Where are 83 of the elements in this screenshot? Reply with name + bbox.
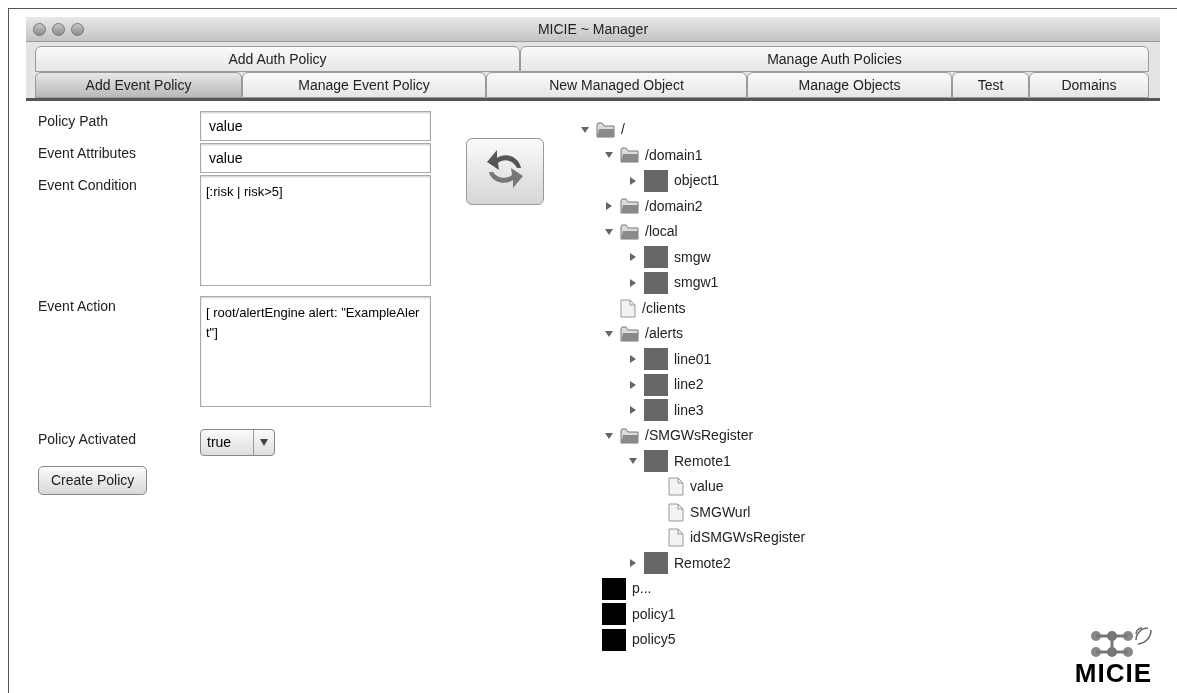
window-control[interactable] <box>33 22 46 36</box>
object-icon <box>644 169 668 192</box>
tree-item-label[interactable]: smgw <box>674 246 711 268</box>
collapsed-triangle-icon[interactable] <box>629 559 637 568</box>
policy-icon <box>602 577 626 600</box>
tree-item-label[interactable]: /alerts <box>645 323 684 345</box>
expanded-triangle-icon[interactable] <box>605 329 613 338</box>
collapsed-triangle-icon[interactable] <box>629 406 637 415</box>
collapsed-triangle-icon[interactable] <box>629 278 637 287</box>
tab[interactable]: Add Event Policy <box>35 72 242 98</box>
object-icon <box>644 373 668 396</box>
tab[interactable]: Manage Objects <box>747 72 952 98</box>
tab[interactable]: New Managed Object <box>486 72 747 98</box>
object-icon <box>644 450 668 473</box>
tree-item-label[interactable]: line2 <box>674 374 704 396</box>
create-policy-button[interactable]: Create Policy <box>38 466 148 495</box>
object-icon <box>644 348 668 371</box>
tree-item-label[interactable]: value <box>690 476 724 498</box>
document-icon <box>668 502 684 522</box>
tab[interactable]: Domains <box>1029 72 1149 98</box>
expanded-triangle-icon[interactable] <box>605 151 613 160</box>
tree-item-label[interactable]: policy5 <box>632 629 676 651</box>
text-area[interactable]: [ root/alertEngine alert: "ExampleAlert"] <box>200 296 431 407</box>
window-title: MICIE ~ Manager <box>537 19 649 39</box>
tree-item-label[interactable]: line01 <box>674 348 712 370</box>
folder-icon <box>620 427 639 444</box>
tree-item-label[interactable]: policy1 <box>632 603 676 625</box>
tree-item-label[interactable]: smgw1 <box>674 272 719 294</box>
object-icon <box>644 399 668 422</box>
refresh-button[interactable] <box>466 138 544 205</box>
tree-item-label[interactable]: /local <box>645 221 678 243</box>
expanded-triangle-icon[interactable] <box>605 227 613 236</box>
policy-icon <box>602 603 626 626</box>
collapsed-triangle-icon[interactable] <box>629 355 637 364</box>
tree-item-label[interactable]: object1 <box>674 170 720 192</box>
field-label: Event Attributes <box>38 144 138 163</box>
tree-item-label[interactable]: / <box>621 119 625 141</box>
object-icon <box>644 246 668 269</box>
collapsed-triangle-icon[interactable] <box>629 380 637 389</box>
tree-item-label[interactable]: Remote2 <box>674 552 731 574</box>
logo-text: MICIE <box>1074 660 1152 686</box>
folder-icon <box>596 121 615 138</box>
folder-icon <box>620 147 639 164</box>
tab[interactable]: Manage Event Policy <box>242 72 486 98</box>
expanded-triangle-icon[interactable] <box>605 431 613 440</box>
tree-item-label[interactable]: p... <box>632 578 652 600</box>
tree-item-label[interactable]: /clients <box>642 297 686 319</box>
tree-item-label[interactable]: SMGWurl <box>690 501 751 523</box>
expanded-triangle-icon[interactable] <box>629 457 637 466</box>
tab[interactable]: Add Auth Policy <box>35 46 520 72</box>
window-control[interactable] <box>71 22 84 36</box>
tab[interactable]: Test <box>952 72 1029 98</box>
document-icon <box>668 528 684 548</box>
collapsed-triangle-icon[interactable] <box>605 202 613 211</box>
tree-item-label[interactable]: idSMGWsRegister <box>690 527 806 549</box>
expanded-triangle-icon[interactable] <box>581 125 589 134</box>
tree-item-label[interactable]: /SMGWsRegister <box>645 425 754 447</box>
object-icon <box>644 552 668 575</box>
collapsed-triangle-icon[interactable] <box>629 176 637 185</box>
tab[interactable]: Manage Auth Policies <box>520 46 1149 72</box>
policy-icon <box>602 628 626 651</box>
tree-item-label[interactable]: Remote1 <box>674 450 731 472</box>
tree-item-label[interactable]: line3 <box>674 399 704 421</box>
folder-icon <box>620 198 639 215</box>
folder-icon <box>620 325 639 342</box>
dropdown[interactable]: true <box>200 429 275 456</box>
dropdown-arrow-icon <box>260 439 268 446</box>
field-label: Event Condition <box>38 176 138 195</box>
text-field[interactable]: value <box>200 111 431 141</box>
window-control[interactable] <box>52 22 65 36</box>
document-icon <box>620 298 636 318</box>
field-label: Policy Path <box>38 112 110 131</box>
object-icon <box>644 271 668 294</box>
collapsed-triangle-icon[interactable] <box>629 253 637 262</box>
tree-item-label[interactable]: /domain1 <box>645 144 703 166</box>
text-field[interactable]: value <box>200 143 431 173</box>
tree-item-label[interactable]: /domain2 <box>645 195 703 217</box>
document-icon <box>668 477 684 497</box>
field-label: Event Action <box>38 297 117 316</box>
field-label: Policy Activated <box>38 430 138 449</box>
text-area[interactable]: [:risk | risk>5] <box>200 175 431 286</box>
folder-icon <box>620 223 639 240</box>
network-logo-icon <box>1088 626 1152 660</box>
